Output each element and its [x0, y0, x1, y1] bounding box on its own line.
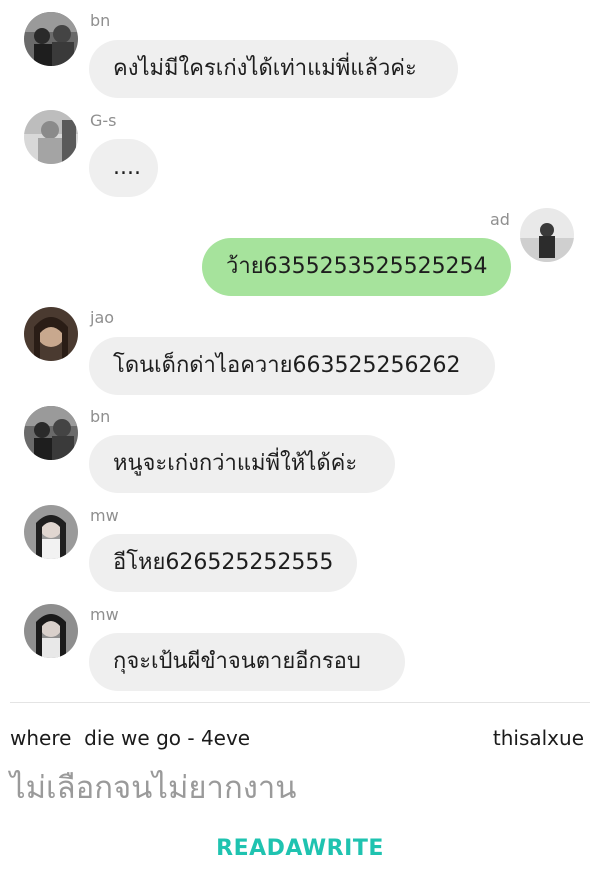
readawrite-logo: READAWRITE: [216, 836, 384, 861]
message-bubble[interactable]: หนูจะเก่งกว่าแม่พี่ให้ได้ค่ะ: [89, 435, 395, 493]
author-name[interactable]: thisalxue: [493, 726, 584, 750]
avatar[interactable]: [24, 505, 78, 559]
sender-name: jao: [90, 308, 115, 327]
sender-name: mw: [90, 605, 119, 624]
chat-story-page: bn คงไม่มีใครเก่งได้เท่าแม่พี่แล้วค่ะ G-…: [0, 0, 600, 896]
message-bubble[interactable]: ....: [89, 139, 158, 197]
chat-thread: bn คงไม่มีใครเก่งได้เท่าแม่พี่แล้วค่ะ G-…: [0, 0, 600, 700]
divider: [10, 702, 590, 703]
song-credit: where die we go - 4eve: [10, 726, 251, 750]
message-bubble[interactable]: อีโหย626525252555: [89, 534, 357, 592]
avatar[interactable]: [24, 110, 78, 164]
avatar[interactable]: [24, 307, 78, 361]
message-bubble[interactable]: โดนเด็กด่าไอควาย663525256262: [89, 337, 495, 395]
message-bubble[interactable]: ว้าย6355253525525254: [202, 238, 511, 296]
sender-name: mw: [90, 506, 119, 525]
avatar[interactable]: [24, 604, 78, 658]
sender-name: ad: [490, 210, 510, 229]
avatar[interactable]: [520, 208, 574, 262]
sender-name: G-s: [90, 111, 117, 130]
avatar[interactable]: [24, 12, 78, 66]
sender-name: bn: [90, 407, 111, 426]
sender-name: bn: [90, 11, 111, 30]
message-bubble[interactable]: คงไม่มีใครเก่งได้เท่าแม่พี่แล้วค่ะ: [89, 40, 458, 98]
message-bubble[interactable]: กุจะเป้นผีขำจนตายอีกรอบ: [89, 633, 405, 691]
avatar[interactable]: [24, 406, 78, 460]
story-title: ไม่เลือกจนไม่ยากงาน: [10, 770, 297, 806]
